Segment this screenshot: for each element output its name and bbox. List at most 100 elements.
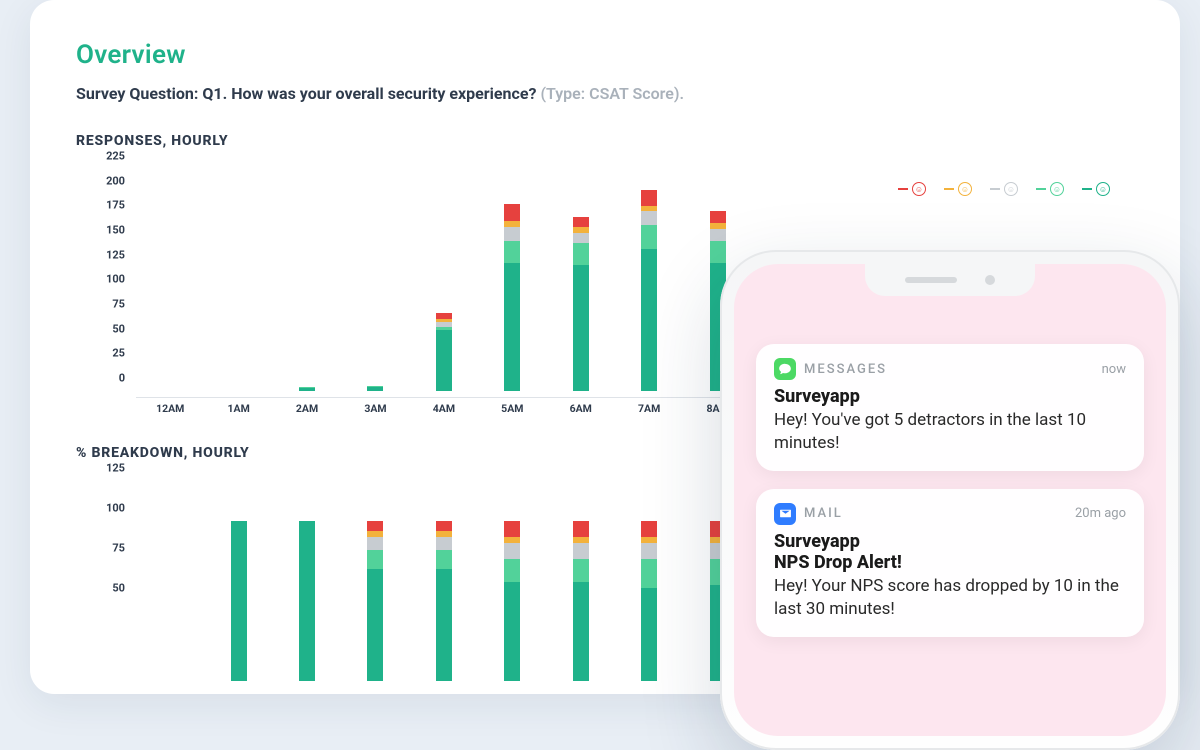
bar-segment-very-unsatisfied	[504, 204, 520, 222]
chart1-yaxis: 0255075100125150175200225	[76, 169, 131, 391]
bar-segment-neutral	[573, 543, 589, 559]
survey-question-line: Survey Question: Q1. How was your overal…	[76, 84, 1134, 103]
ytick: 175	[106, 199, 125, 212]
speaker-icon	[905, 277, 957, 283]
bar-segment-very-satisfied	[573, 265, 589, 391]
bar-segment-neutral	[710, 229, 726, 241]
bar-segment-very-satisfied	[436, 569, 452, 681]
phone-mockup: MESSAGES now Surveyapp Hey! You've got 5…	[720, 250, 1180, 750]
bar-segment-satisfied	[710, 241, 726, 263]
xtick: 4AM	[410, 398, 478, 419]
bar-column	[410, 169, 478, 391]
bar-segment-very-satisfied	[299, 388, 315, 391]
camera-icon	[985, 275, 995, 285]
bar-column	[136, 481, 204, 681]
phone-notch	[865, 264, 1035, 296]
question-text: Q1. How was your overall security experi…	[202, 84, 536, 103]
bar-segment-neutral	[641, 211, 657, 225]
bar-column	[273, 481, 341, 681]
bar-column	[410, 481, 478, 681]
bar-segment-satisfied	[573, 559, 589, 581]
chart2-yaxis: 5075100125	[76, 481, 131, 681]
bar-segment-neutral	[436, 537, 452, 550]
bar-segment-very-unsatisfied	[641, 190, 657, 206]
ytick: 100	[106, 502, 125, 515]
xtick: 6AM	[547, 398, 615, 419]
bar-column	[547, 481, 615, 681]
bar-segment-very-satisfied	[504, 582, 520, 681]
notification-body: Hey! You've got 5 detractors in the last…	[774, 409, 1126, 455]
xtick: 12AM	[136, 398, 204, 419]
bar-column	[341, 481, 409, 681]
messages-icon	[774, 358, 796, 380]
notification-time: 20m ago	[1075, 506, 1126, 521]
bar-segment-very-unsatisfied	[641, 521, 657, 537]
bar-segment-very-unsatisfied	[367, 521, 383, 531]
bar-segment-neutral	[367, 537, 383, 550]
ytick: 75	[112, 542, 125, 555]
bar-segment-neutral	[573, 233, 589, 243]
notification-body: Hey! Your NPS score has dropped by 10 in…	[774, 575, 1126, 621]
xtick: 5AM	[478, 398, 546, 419]
phone-screen: MESSAGES now Surveyapp Hey! You've got 5…	[734, 264, 1166, 736]
notification-title: Surveyapp	[774, 531, 1126, 552]
notification-title: Surveyapp	[774, 386, 1126, 407]
bar-segment-very-unsatisfied	[710, 211, 726, 223]
bar-segment-satisfied	[504, 241, 520, 263]
notification-header: MAIL 20m ago	[774, 503, 1126, 525]
ytick: 150	[106, 224, 125, 237]
ytick: 200	[106, 174, 125, 187]
bar-column	[615, 481, 683, 681]
bar-column	[478, 481, 546, 681]
ytick: 225	[106, 150, 125, 163]
bar-segment-very-unsatisfied	[573, 217, 589, 227]
bar-segment-very-satisfied	[299, 521, 315, 681]
bar-column	[136, 169, 204, 391]
bar-segment-very-unsatisfied	[573, 521, 589, 537]
bar-column	[547, 169, 615, 391]
ytick: 25	[112, 347, 125, 360]
bar-segment-neutral	[504, 227, 520, 241]
xtick: 7AM	[615, 398, 683, 419]
ytick: 75	[112, 298, 125, 311]
bar-segment-satisfied	[367, 550, 383, 569]
ytick: 0	[119, 372, 125, 385]
notification-app-name: MESSAGES	[804, 362, 887, 377]
bar-segment-very-unsatisfied	[504, 521, 520, 537]
bar-segment-neutral	[504, 543, 520, 559]
xtick: 1AM	[204, 398, 272, 419]
bar-column	[273, 169, 341, 391]
bar-segment-very-satisfied	[367, 387, 383, 391]
bar-column	[478, 169, 546, 391]
question-type: (Type: CSAT Score).	[540, 84, 684, 103]
bar-segment-satisfied	[641, 559, 657, 588]
ytick: 100	[106, 273, 125, 286]
bar-column	[204, 169, 272, 391]
bar-segment-very-satisfied	[504, 263, 520, 391]
notification-messages[interactable]: MESSAGES now Surveyapp Hey! You've got 5…	[756, 344, 1144, 471]
bar-segment-satisfied	[573, 243, 589, 265]
ytick: 125	[106, 462, 125, 475]
bar-segment-very-satisfied	[641, 588, 657, 681]
bar-segment-satisfied	[504, 559, 520, 581]
bar-segment-satisfied	[641, 225, 657, 249]
bar-segment-very-satisfied	[573, 582, 589, 681]
bar-segment-very-satisfied	[436, 330, 452, 391]
bar-segment-very-satisfied	[231, 521, 247, 681]
bar-column	[341, 169, 409, 391]
xtick: 3AM	[341, 398, 409, 419]
notification-mail[interactable]: MAIL 20m ago Surveyapp NPS Drop Alert! H…	[756, 489, 1144, 637]
bar-segment-very-satisfied	[641, 249, 657, 391]
notification-app-name: MAIL	[804, 506, 843, 521]
chart1-title: RESPONSES, HOURLY	[76, 133, 1134, 149]
notification-time: now	[1102, 362, 1126, 377]
bar-segment-neutral	[641, 543, 657, 559]
bar-column	[615, 169, 683, 391]
question-prefix: Survey Question:	[76, 84, 202, 103]
bar-segment-very-satisfied	[367, 569, 383, 681]
mail-icon	[774, 503, 796, 525]
page-title: Overview	[76, 40, 1134, 70]
bar-column	[204, 481, 272, 681]
ytick: 50	[112, 582, 125, 595]
notification-header: MESSAGES now	[774, 358, 1126, 380]
